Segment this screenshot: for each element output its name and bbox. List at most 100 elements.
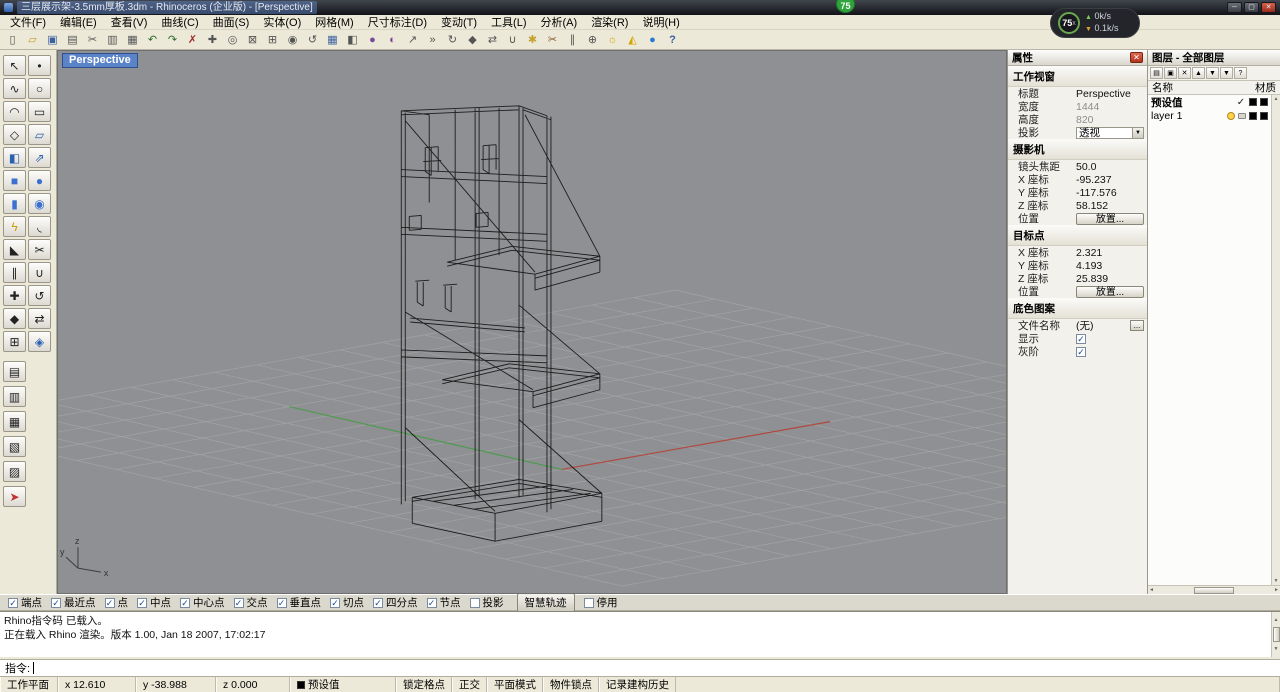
menu-surface[interactable]: 曲面(S) xyxy=(206,14,257,30)
zoom-dynamic-icon[interactable]: ◎ xyxy=(223,31,242,48)
layers-vertical-scrollbar[interactable]: ▲ ▼ xyxy=(1271,95,1280,585)
checkbox[interactable]: ✓ xyxy=(330,597,340,608)
boolean-union-icon[interactable]: ◉ xyxy=(28,193,51,214)
trim-icon[interactable]: ✂ xyxy=(543,31,562,48)
pane-grid-snap[interactable]: 锁定格点 xyxy=(396,677,452,692)
menu-solid[interactable]: 实体(O) xyxy=(256,14,308,30)
scrollbar-thumb[interactable] xyxy=(1272,627,1280,642)
properties-close-icon[interactable]: ✕ xyxy=(1130,52,1143,63)
copy-icon[interactable]: ▥ xyxy=(103,31,122,48)
camera-place-button[interactable]: 放置... xyxy=(1076,212,1144,225)
print-icon[interactable]: ▤ xyxy=(63,31,82,48)
mirror-icon[interactable]: ⇄ xyxy=(483,31,502,48)
move-icon[interactable]: ↗ xyxy=(403,31,422,48)
browse-file-button[interactable]: ... xyxy=(1130,320,1144,331)
chevron-down-icon[interactable]: ▼ xyxy=(1132,127,1143,138)
target-place-button[interactable]: 放置... xyxy=(1076,285,1144,298)
layer-color-swatch[interactable] xyxy=(1249,112,1257,120)
save-icon[interactable]: ▣ xyxy=(43,31,62,48)
network-monitor-widget[interactable]: 75 x ▲ 0k/s ▼ 0.1k/s xyxy=(1050,8,1140,38)
menu-view[interactable]: 查看(V) xyxy=(104,14,155,30)
rotate-icon[interactable]: ↻ xyxy=(443,31,462,48)
layer-color-swatch[interactable] xyxy=(1249,98,1257,106)
projection-dropdown[interactable]: 透视 ▼ xyxy=(1076,126,1144,139)
pane-osnap[interactable]: 物件锁点 xyxy=(543,677,599,692)
point-icon[interactable]: • xyxy=(28,55,51,76)
grayscale-checkbox[interactable]: ✓ xyxy=(1076,346,1086,357)
target-y-value[interactable]: 4.193 xyxy=(1076,260,1144,272)
object-snap-icon[interactable]: ⊕ xyxy=(583,31,602,48)
undo-icon[interactable]: ↶ xyxy=(143,31,162,48)
split-icon[interactable]: ∥ xyxy=(563,31,582,48)
notes-icon[interactable]: ▧ xyxy=(3,436,26,457)
menu-render[interactable]: 渲染(R) xyxy=(584,14,635,30)
cplane-pane[interactable]: 工作平面 xyxy=(0,677,58,692)
osnap-mid[interactable]: ✓ 中点 xyxy=(137,595,171,610)
layers-horizontal-scrollbar[interactable]: ◄ ► xyxy=(1148,585,1280,594)
menu-help[interactable]: 说明(H) xyxy=(635,14,686,30)
osnap-end[interactable]: ✓ 端点 xyxy=(8,595,42,610)
command-history[interactable]: Rhino指令码 已载入。 正在载入 Rhino 渲染。版本 1.00, Jan… xyxy=(0,611,1280,657)
minimize-button[interactable]: ─ xyxy=(1227,2,1242,13)
checkbox[interactable] xyxy=(469,597,480,608)
osnap-near[interactable]: ✓ 最近点 xyxy=(51,595,96,610)
properties-tool-icon[interactable]: ▨ xyxy=(3,461,26,482)
viewport-title-label[interactable]: Perspective xyxy=(62,53,138,68)
pane-record-history[interactable]: 记录建构历史 xyxy=(599,677,676,692)
join-icon[interactable]: ∪ xyxy=(503,31,522,48)
circle-icon[interactable]: ○ xyxy=(28,78,51,99)
lamp-icon[interactable]: ☼ xyxy=(603,31,622,48)
checkbox[interactable]: ✓ xyxy=(137,597,147,608)
command-input[interactable]: 指令: xyxy=(0,659,1280,677)
scroll-down-icon[interactable]: ▼ xyxy=(1274,578,1279,584)
menu-tools[interactable]: 工具(L) xyxy=(484,14,533,30)
delete-layer-icon[interactable]: ✕ xyxy=(1178,67,1191,79)
checkbox[interactable]: ✓ xyxy=(180,597,190,608)
polygon-icon[interactable]: ◇ xyxy=(3,124,26,145)
osnap-center[interactable]: ✓ 中心点 xyxy=(180,595,225,610)
earth-icon[interactable]: ● xyxy=(643,31,662,48)
viewport-canvas[interactable]: z y x xyxy=(58,51,1006,593)
checkbox[interactable]: ✓ xyxy=(276,597,287,608)
pane-planar[interactable]: 平面模式 xyxy=(487,677,543,692)
paste-icon[interactable]: ▦ xyxy=(123,31,142,48)
spotlight-icon[interactable]: ◭ xyxy=(623,31,642,48)
trim-tool-icon[interactable]: ✂ xyxy=(28,239,51,260)
scroll-left-icon[interactable]: ◄ xyxy=(1149,587,1154,593)
target-z-value[interactable]: 25.839 xyxy=(1076,273,1144,285)
open-file-icon[interactable]: ▱ xyxy=(23,31,42,48)
layer-name[interactable]: 预设值 xyxy=(1151,95,1233,110)
display-mode-icon[interactable]: ▥ xyxy=(3,386,26,407)
osnap-knot[interactable]: ✓ 节点 xyxy=(426,595,461,610)
shaded-view-icon[interactable]: ◧ xyxy=(343,31,362,48)
scroll-down-icon[interactable]: ▼ xyxy=(1274,642,1279,656)
maximize-button[interactable]: ▢ xyxy=(1244,2,1259,13)
split-tool-icon[interactable]: ∥ xyxy=(3,262,26,283)
menu-file[interactable]: 文件(F) xyxy=(3,14,53,30)
help-icon[interactable]: ? xyxy=(663,31,682,48)
smart-track-button[interactable]: 智慧轨迹 xyxy=(516,593,575,612)
camera-x-value[interactable]: -95.237 xyxy=(1076,174,1144,186)
menu-analyze[interactable]: 分析(A) xyxy=(534,14,585,30)
layer-lock-icon[interactable] xyxy=(1238,113,1246,119)
cylinder-solid-icon[interactable]: ▮ xyxy=(3,193,26,214)
checkbox[interactable]: ✓ xyxy=(51,597,61,608)
join-tool-icon[interactable]: ∪ xyxy=(28,262,51,283)
undo-view-icon[interactable]: ↺ xyxy=(303,31,322,48)
filter-icon[interactable]: ▼ xyxy=(1220,67,1233,79)
osnap-quadrant[interactable]: ✓ 四分点 xyxy=(373,595,418,610)
background-filename-value[interactable]: (无) xyxy=(1076,318,1128,333)
osnap-intersection[interactable]: ✓ 交点 xyxy=(233,595,268,610)
scrollbar-thumb[interactable] xyxy=(1194,586,1234,594)
close-button[interactable]: ✕ xyxy=(1261,2,1276,13)
camera-y-value[interactable]: -117.576 xyxy=(1076,187,1144,199)
move-down-icon[interactable]: ▼ xyxy=(1206,67,1219,79)
checkbox[interactable]: ✓ xyxy=(8,597,18,608)
osnap-perpendicular[interactable]: ✓ 垂直点 xyxy=(276,595,321,610)
delete-icon[interactable]: ✗ xyxy=(183,31,202,48)
zoom-selected-icon[interactable]: ◉ xyxy=(283,31,302,48)
loft-surface-icon[interactable]: ◧ xyxy=(3,147,26,168)
explode-tool-icon[interactable]: ϟ xyxy=(3,216,26,237)
curve-freeform-icon[interactable]: ∿ xyxy=(3,78,26,99)
copy-object-icon[interactable]: » xyxy=(423,31,442,48)
